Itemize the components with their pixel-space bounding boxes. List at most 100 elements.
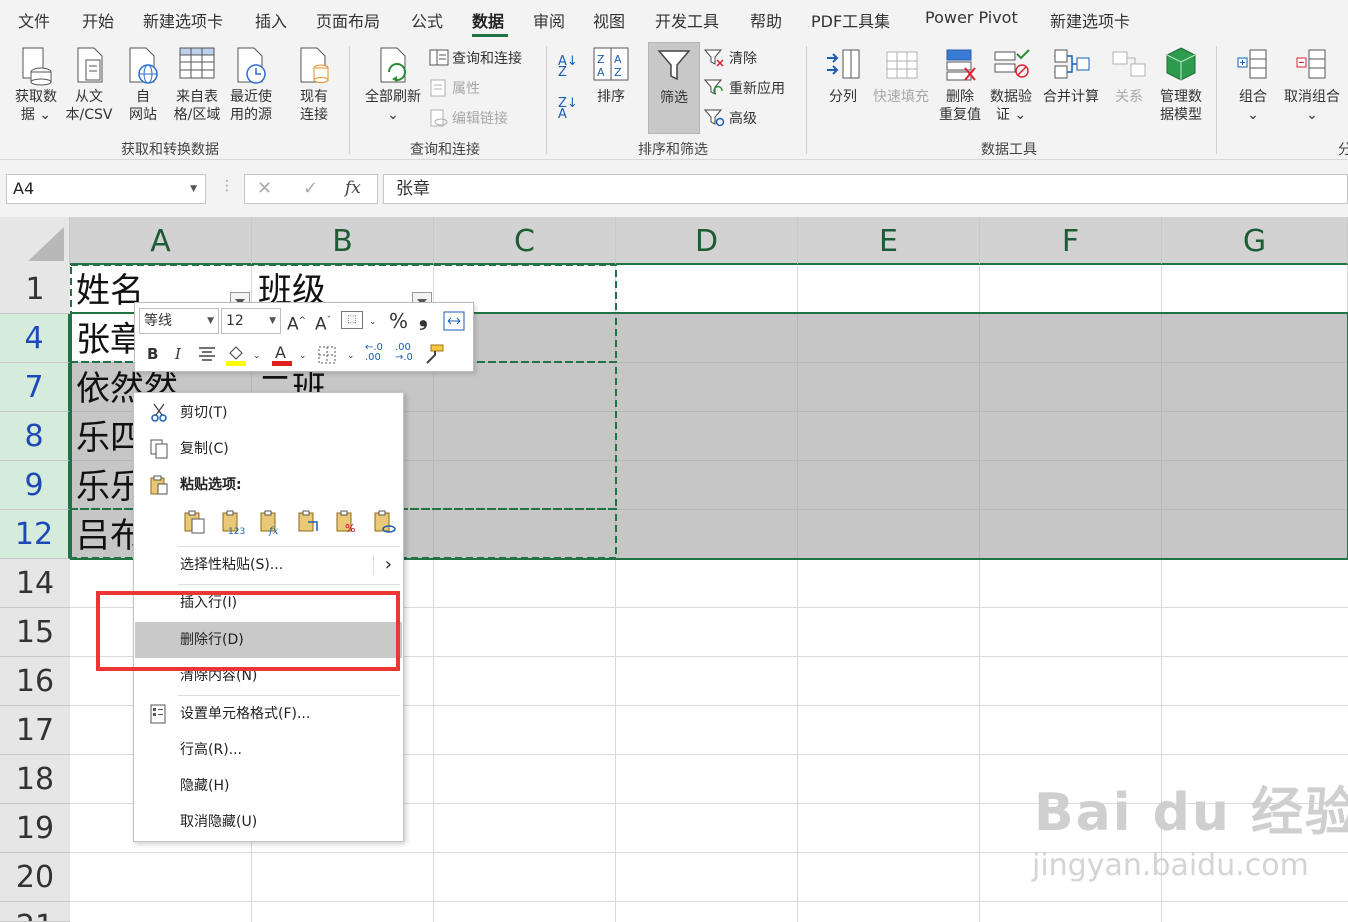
svg-text:Z: Z — [597, 53, 605, 66]
menu-item-hide[interactable]: 隐藏(H) — [135, 768, 402, 804]
relationships-button[interactable]: 关系 — [1108, 44, 1150, 106]
row-header[interactable]: 16 — [0, 657, 70, 706]
paste-values-icon[interactable]: 123 — [220, 510, 246, 536]
tab-home[interactable]: 开始 — [82, 8, 114, 32]
existing-connections-button[interactable]: 现有 连接 — [294, 44, 334, 124]
clear-filter-button[interactable]: 清除 — [704, 48, 757, 68]
tab-pdf-tools[interactable]: PDF工具集 — [811, 8, 890, 32]
font-color-icon[interactable]: A — [271, 343, 293, 367]
copy-icon — [150, 439, 168, 459]
row-header[interactable]: 19 — [0, 804, 70, 853]
chevron-down-icon[interactable]: ⌄ — [347, 345, 355, 367]
paste-transpose-icon[interactable] — [296, 510, 322, 536]
menu-item-copy[interactable]: 复制(C) — [135, 431, 402, 467]
flash-fill-button[interactable]: 快速填充 — [870, 44, 932, 106]
font-size-select[interactable]: 12 ▼ — [221, 308, 281, 334]
manage-data-model-button[interactable]: 管理数 据模型 — [1154, 44, 1208, 124]
properties-button[interactable]: 属性 — [429, 78, 480, 98]
menu-item-label: 剪切(T) — [180, 405, 228, 421]
tab-view[interactable]: 视图 — [593, 8, 625, 32]
decrease-font-size-icon[interactable]: Aˇ — [315, 310, 331, 336]
row-header[interactable]: 20 — [0, 853, 70, 902]
tab-insert[interactable]: 插入 — [255, 8, 287, 32]
scissors-icon — [151, 403, 167, 422]
recent-sources-button[interactable]: 最近使 用的源 — [226, 44, 276, 124]
refresh-all-dropdown: ⌄ — [387, 107, 399, 123]
tab-file[interactable]: 文件 — [18, 8, 50, 32]
cell-style-icon[interactable]: ⬚ — [341, 311, 363, 329]
paste-formulas-icon[interactable]: fx — [258, 510, 284, 536]
advanced-filter-button[interactable]: 高级 — [704, 108, 757, 128]
merge-center-icon[interactable] — [443, 311, 465, 331]
increase-decimal-icon[interactable]: ←.0.00 — [365, 343, 383, 363]
menu-item-row-height[interactable]: 行高(R)... — [135, 732, 402, 768]
recent-sources-label-1: 最近使 — [230, 89, 272, 105]
edit-links-button[interactable]: 编辑链接 — [429, 108, 508, 128]
tab-developer[interactable]: 开发工具 — [655, 8, 719, 32]
text-to-columns-label: 分列 — [829, 89, 857, 105]
bold-icon[interactable]: B — [147, 343, 158, 365]
decrease-decimal-icon[interactable]: .00 →.0 — [395, 343, 413, 363]
group-rows-button[interactable]: 组合 ⌄ — [1232, 44, 1274, 124]
consolidate-button[interactable]: 合并计算 — [1040, 44, 1102, 106]
queries-connections-button[interactable]: 查询和连接 — [429, 48, 522, 68]
tab-page-layout[interactable]: 页面布局 — [316, 8, 380, 32]
remove-duplicates-button[interactable]: 删除 重复值 — [936, 44, 984, 124]
enter-icon[interactable]: ✓ — [303, 178, 318, 199]
text-to-columns-button[interactable]: 分列 — [820, 44, 866, 106]
data-validation-button[interactable]: 数据验 证 ⌄ — [986, 44, 1036, 124]
paste-icon[interactable] — [182, 510, 208, 536]
chevron-down-icon[interactable]: ⌄ — [369, 311, 377, 333]
menu-item-format-cells[interactable]: 设置单元格格式(F)... — [135, 696, 402, 732]
cancel-icon[interactable]: ✕ — [257, 178, 272, 199]
ungroup-button[interactable]: 取消组合 ⌄ — [1280, 44, 1344, 124]
tab-power-pivot[interactable]: Power Pivot — [925, 8, 1018, 27]
filter-button[interactable]: 筛选 — [648, 42, 700, 134]
tab-new-tab-1[interactable]: 新建选项卡 — [143, 8, 223, 32]
menu-item-cut[interactable]: 剪切(T) — [135, 395, 402, 431]
insert-function-icon[interactable]: fx — [345, 178, 361, 198]
paste-formatting-icon[interactable]: % — [334, 510, 360, 536]
tab-help[interactable]: 帮助 — [750, 8, 782, 32]
row-header[interactable]: 21 — [0, 902, 70, 922]
more-options-icon[interactable]: ⋮ — [220, 178, 234, 194]
italic-icon[interactable]: I — [175, 343, 181, 365]
row-header[interactable]: 18 — [0, 755, 70, 804]
reapply-button[interactable]: 重新应用 — [704, 78, 785, 98]
sort-a-to-z-button[interactable]: A↓ Z — [558, 55, 578, 79]
menu-item-label: 选择性粘贴(S)... — [180, 557, 284, 573]
chevron-down-icon[interactable]: ⌄ — [299, 345, 307, 367]
tab-data[interactable]: 数据 — [472, 8, 504, 32]
fill-color-icon[interactable] — [225, 343, 247, 367]
formula-input[interactable]: 张章 — [383, 174, 1348, 204]
increase-font-size-icon[interactable]: A^ — [287, 310, 306, 336]
watermark-url: jingyan.baidu.com — [1032, 848, 1309, 883]
tab-formulas[interactable]: 公式 — [411, 8, 443, 32]
name-box[interactable]: A4 ▼ — [6, 174, 206, 204]
group-separator — [349, 46, 350, 154]
comma-style-icon[interactable]: ❟ — [419, 308, 428, 330]
font-name-select[interactable]: 等线 ▼ — [139, 308, 219, 334]
get-data-button[interactable]: 获取数 据 ⌄ — [6, 44, 66, 124]
sort-z-to-a-button[interactable]: Z↓ A — [558, 97, 578, 121]
refresh-all-button[interactable]: 全部刷新 ⌄ — [360, 44, 426, 124]
menu-item-paste-special[interactable]: 选择性粘贴(S)... › — [135, 547, 402, 583]
sort-button[interactable]: ZAAZ 排序 — [590, 44, 632, 106]
row-header[interactable]: 15 — [0, 608, 70, 657]
active-tab-indicator — [472, 34, 508, 37]
percent-style-icon[interactable]: % — [389, 310, 408, 332]
menu-item-unhide[interactable]: 取消隐藏(U) — [135, 804, 402, 840]
consolidate-label: 合并计算 — [1043, 89, 1099, 105]
align-center-icon[interactable] — [197, 345, 217, 363]
from-text-csv-button[interactable]: 从文 本/CSV — [64, 44, 114, 124]
tab-new-tab-2[interactable]: 新建选项卡 — [1050, 8, 1130, 32]
format-painter-icon[interactable] — [423, 343, 445, 365]
from-table-range-button[interactable]: 来自表 格/区域 — [170, 44, 224, 124]
tab-review[interactable]: 审阅 — [533, 8, 565, 32]
chevron-down-icon[interactable]: ▼ — [190, 175, 197, 203]
from-web-button[interactable]: 自 网站 — [120, 44, 166, 124]
borders-icon[interactable] — [317, 345, 339, 365]
paste-link-icon[interactable] — [372, 510, 398, 536]
chevron-down-icon[interactable]: ⌄ — [253, 345, 261, 367]
row-header[interactable]: 17 — [0, 706, 70, 755]
